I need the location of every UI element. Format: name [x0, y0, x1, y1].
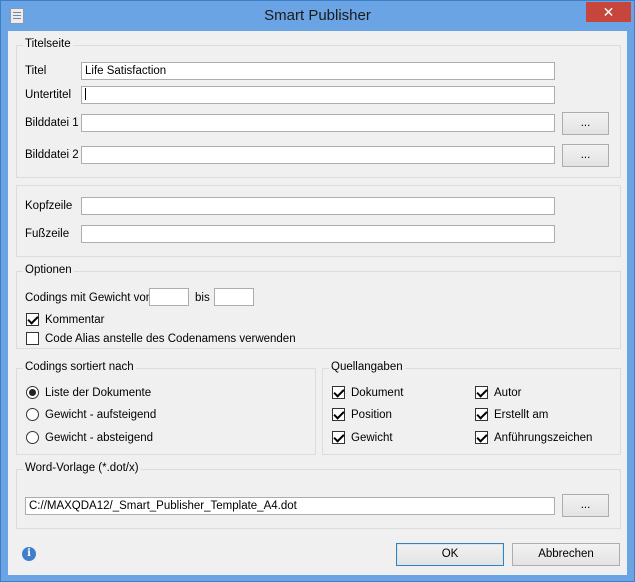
smart-publisher-dialog: Smart Publisher ✕ Titelseite Titel Life … [0, 0, 635, 582]
quelle-gewicht-label: Gewicht [351, 431, 393, 444]
sort-option-absteigend-label: Gewicht - absteigend [45, 431, 154, 444]
sort-option-absteigend[interactable]: Gewicht - absteigend [26, 431, 153, 444]
vorlage-path-input[interactable]: C://MAXQDA12/_Smart_Publisher_Template_A… [25, 497, 555, 515]
quelle-erstellt-checkbox[interactable]: Erstellt am [475, 408, 548, 421]
dialog-body: Titelseite Titel Life Satisfaction Unter… [8, 31, 627, 575]
kommentar-label: Kommentar [45, 313, 105, 326]
kopf-fuss-group [16, 185, 621, 257]
title-bar: Smart Publisher ✕ [1, 1, 634, 31]
quelle-autor-label: Autor [494, 386, 522, 399]
code-alias-checkbox[interactable]: Code Alias anstelle des Codenamens verwe… [26, 332, 296, 345]
code-alias-label: Code Alias anstelle des Codenamens verwe… [45, 332, 296, 345]
vorlage-group-title: Word-Vorlage (*.dot/x) [23, 462, 141, 474]
bilddatei2-label: Bilddatei 2 [25, 149, 79, 161]
titel-label: Titel [25, 65, 47, 77]
quelle-anfuehrung-checkbox[interactable]: Anführungszeichen [475, 431, 592, 444]
sort-option-absteigend-radio[interactable] [26, 431, 39, 444]
quelle-dokument-checkbox[interactable]: Dokument [332, 386, 403, 399]
ok-button[interactable]: OK [396, 543, 504, 566]
kommentar-checkbox[interactable]: Kommentar [26, 313, 104, 326]
optionen-group-title: Optionen [23, 264, 74, 276]
quelle-gewicht-box[interactable] [332, 431, 345, 444]
kopfzeile-label: Kopfzeile [25, 200, 73, 212]
gewicht-von-input[interactable] [149, 288, 189, 306]
bis-input[interactable] [214, 288, 254, 306]
quelle-dokument-box[interactable] [332, 386, 345, 399]
quelle-erstellt-box[interactable] [475, 408, 488, 421]
kopfzeile-input[interactable] [81, 197, 555, 215]
quelle-autor-box[interactable] [475, 386, 488, 399]
quelle-autor-checkbox[interactable]: Autor [475, 386, 522, 399]
quelle-position-label: Position [351, 408, 392, 421]
titel-input[interactable]: Life Satisfaction [81, 62, 555, 80]
bilddatei1-label: Bilddatei 1 [25, 117, 79, 129]
quelle-position-box[interactable] [332, 408, 345, 421]
sort-option-liste-label: Liste der Dokumente [45, 386, 152, 399]
bis-label: bis [195, 292, 210, 304]
fusszeile-input[interactable] [81, 225, 555, 243]
quelle-gewicht-checkbox[interactable]: Gewicht [332, 431, 393, 444]
quelle-anfuehrung-label: Anführungszeichen [494, 431, 593, 444]
info-icon[interactable]: i [22, 547, 36, 561]
untertitel-label: Untertitel [25, 89, 72, 101]
bilddatei2-browse-button[interactable]: ... [562, 144, 609, 167]
sort-option-aufsteigend[interactable]: Gewicht - aufsteigend [26, 408, 156, 421]
sort-option-aufsteigend-radio[interactable] [26, 408, 39, 421]
sortierung-group-title: Codings sortiert nach [23, 361, 136, 373]
quelle-anfuehrung-box[interactable] [475, 431, 488, 444]
kommentar-checkbox-box[interactable] [26, 313, 39, 326]
quellangaben-group-title: Quellangaben [329, 361, 405, 373]
window-title: Smart Publisher [264, 7, 371, 24]
sort-option-liste-radio[interactable] [26, 386, 39, 399]
code-alias-checkbox-box[interactable] [26, 332, 39, 345]
close-button[interactable]: ✕ [586, 2, 631, 22]
sort-option-aufsteigend-label: Gewicht - aufsteigend [45, 408, 157, 421]
fusszeile-label: Fußzeile [25, 228, 70, 240]
text-caret [85, 88, 86, 100]
titelseite-group-title: Titelseite [23, 38, 73, 50]
bilddatei1-browse-button[interactable]: ... [562, 112, 609, 135]
quelle-position-checkbox[interactable]: Position [332, 408, 392, 421]
quelle-erstellt-label: Erstellt am [494, 408, 549, 421]
untertitel-input[interactable] [81, 86, 555, 104]
quelle-dokument-label: Dokument [351, 386, 404, 399]
gewicht-von-label: Codings mit Gewicht von [25, 292, 153, 304]
sort-option-liste[interactable]: Liste der Dokumente [26, 386, 151, 399]
vorlage-browse-button[interactable]: ... [562, 494, 609, 517]
bilddatei1-input[interactable] [81, 114, 555, 132]
cancel-button[interactable]: Abbrechen [512, 543, 620, 566]
bilddatei2-input[interactable] [81, 146, 555, 164]
